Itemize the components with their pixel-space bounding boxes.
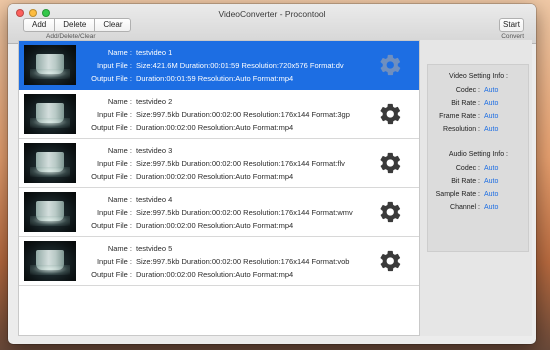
output-file-label: Output File : <box>91 172 132 181</box>
output-file-label: Output File : <box>91 74 132 83</box>
setting-value-link[interactable]: Auto <box>484 126 498 133</box>
setting-label: Resolution : <box>443 126 480 133</box>
input-file-label: Input File : <box>96 110 132 119</box>
setting-label: Bit Rate : <box>451 100 480 107</box>
add-button[interactable]: Add <box>24 19 54 31</box>
setting-label: Codec : <box>455 165 480 172</box>
audio-settings-title: Audio Setting Info : <box>448 151 508 158</box>
gear-icon[interactable] <box>380 152 402 174</box>
input-file-label: Input File : <box>96 61 132 70</box>
output-file-label: Output File : <box>91 270 132 279</box>
name-label: Name : <box>107 48 132 57</box>
input-file-info: Size:997.5kb Duration:00:02:00 Resolutio… <box>136 208 353 217</box>
input-file-info: Size:997.5kb Duration:00:02:00 Resolutio… <box>136 159 345 168</box>
input-file-info: Size:997.5kb Duration:00:02:00 Resolutio… <box>136 110 350 119</box>
settings-box: Video Setting Info : Codec : Auto Bit Rate… <box>427 64 529 252</box>
gear-icon[interactable] <box>380 103 402 125</box>
output-file-info: Duration:00:02:00 Resolution:Auto Format… <box>136 221 294 230</box>
add-delete-clear-group: Add Delete Clear <box>23 18 132 32</box>
gear-icon[interactable] <box>380 54 402 76</box>
video-name: testvideo 3 <box>136 146 173 155</box>
video-list-item[interactable]: Name : testvideo 1 Input File : Size:421… <box>19 41 419 90</box>
clear-button[interactable]: Clear <box>94 19 130 31</box>
input-file-info: Size:997.5kb Duration:00:02:00 Resolutio… <box>136 257 350 266</box>
video-list-item[interactable]: Name : testvideo 4 Input File : Size:997… <box>19 188 419 237</box>
setting-value-link[interactable]: Auto <box>484 165 498 172</box>
video-list-item[interactable]: Name : testvideo 2 Input File : Size:997… <box>19 90 419 139</box>
name-label: Name : <box>107 146 132 155</box>
name-label: Name : <box>107 195 132 204</box>
output-file-label: Output File : <box>91 221 132 230</box>
settings-panel: Video Setting Info : Codec : Auto Bit Rate… <box>420 40 532 336</box>
output-file-info: Duration:00:02:00 Resolution:Auto Format… <box>136 172 294 181</box>
output-file-info: Duration:00:02:00 Resolution:Auto Format… <box>136 123 294 132</box>
input-file-label: Input File : <box>96 257 132 266</box>
name-label: Name : <box>107 97 132 106</box>
setting-value-link[interactable]: Auto <box>484 113 498 120</box>
input-file-info: Size:421.6M Duration:00:01:59 Resolution… <box>136 61 344 70</box>
delete-button[interactable]: Delete <box>54 19 94 31</box>
setting-value-link[interactable]: Auto <box>484 178 498 185</box>
setting-label: Bit Rate : <box>451 178 480 185</box>
start-button[interactable]: Start <box>499 18 524 32</box>
input-file-label: Input File : <box>96 159 132 168</box>
output-file-label: Output File : <box>91 123 132 132</box>
gear-icon[interactable] <box>380 201 402 223</box>
video-list-item[interactable]: Name : testvideo 3 Input File : Size:997… <box>19 139 419 188</box>
output-file-info: Duration:00:01:59 Resolution:Auto Format… <box>136 74 294 83</box>
gear-icon[interactable] <box>380 250 402 272</box>
video-list: Name : testvideo 1 Input File : Size:421… <box>18 40 420 336</box>
title-bar: VideoConverter - Procontool Add Delete C… <box>8 4 536 44</box>
input-file-label: Input File : <box>96 208 132 217</box>
name-label: Name : <box>107 244 132 253</box>
setting-label: Codec : <box>455 87 480 94</box>
output-file-info: Duration:00:02:00 Resolution:Auto Format… <box>136 270 294 279</box>
setting-value-link[interactable]: Auto <box>484 87 498 94</box>
setting-value-link[interactable]: Auto <box>484 204 498 211</box>
app-window: VideoConverter - Procontool Add Delete C… <box>8 4 536 344</box>
video-list-item[interactable]: Name : testvideo 5 Input File : Size:997… <box>19 237 419 286</box>
video-name: testvideo 4 <box>136 195 173 204</box>
setting-label: Channel : <box>450 204 480 211</box>
toolbar-group-caption: Add/Delete/Clear <box>46 33 96 40</box>
video-name: testvideo 2 <box>136 97 173 106</box>
setting-value-link[interactable]: Auto <box>484 191 498 198</box>
video-name: testvideo 1 <box>136 48 173 57</box>
video-settings-title: Video Setting Info : <box>448 73 508 80</box>
setting-value-link[interactable]: Auto <box>484 100 498 107</box>
setting-label: Frame Rate : <box>439 113 480 120</box>
setting-label: Sample Rate : <box>435 191 480 198</box>
start-caption: Convert <box>501 33 524 40</box>
video-name: testvideo 5 <box>136 244 173 253</box>
